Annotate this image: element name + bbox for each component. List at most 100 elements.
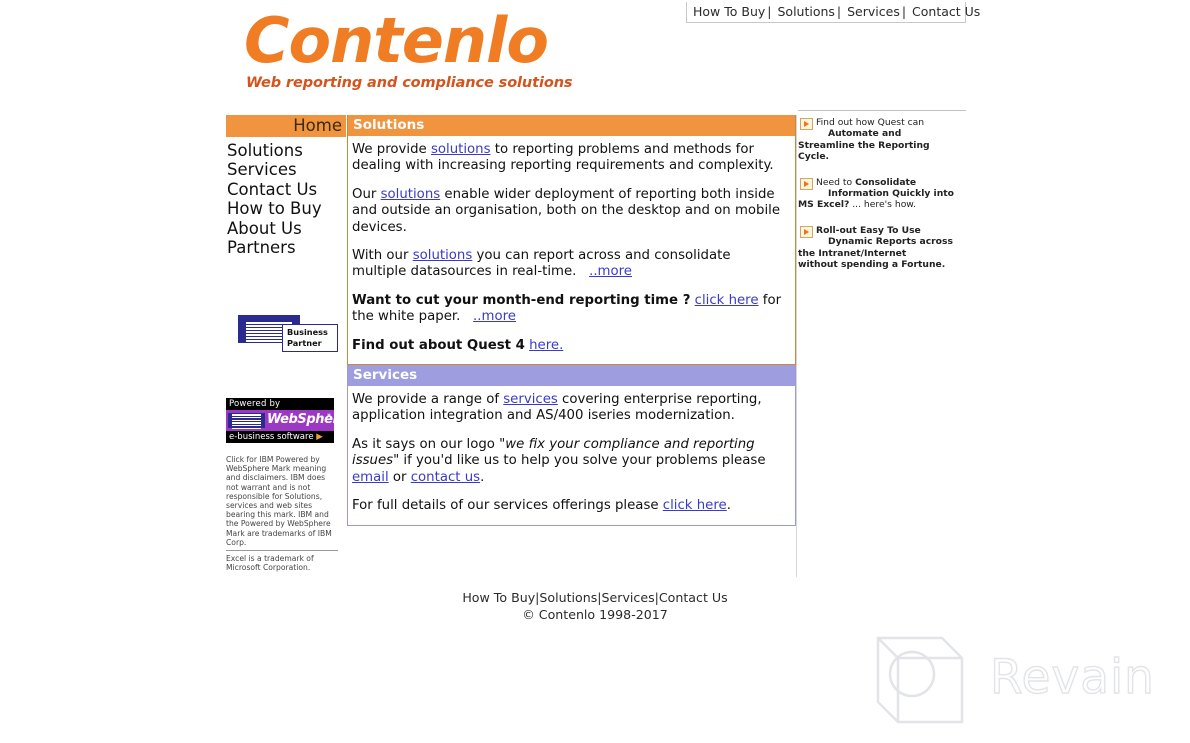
services-link-1[interactable]: services [503,392,558,407]
promo-2-line-1: Need to [816,176,856,188]
promo-item-dynamic-reports[interactable]: Roll-out Easy To Use Dynamic Reports acr… [798,225,966,271]
footer-link-how-to-buy[interactable]: How To Buy [462,590,535,605]
sp4-bold-text: Want to cut your month-end reporting tim… [352,292,691,308]
solutions-link-2[interactable]: solutions [381,187,441,202]
solutions-paragraph-5: Find out about Quest 4 here. [352,338,789,354]
solutions-link-3[interactable]: solutions [413,248,473,263]
topnav-separator-1: | [767,4,772,19]
left-sidebar: Home Solutions Services Contact Us How t… [226,115,346,257]
services-contact-us-link[interactable]: contact us [411,470,480,485]
solutions-paragraph-3: With our solutions you can report across… [352,248,789,281]
sidebar-item-about-us[interactable]: About Us [226,219,346,238]
services-panel-body: We provide a range of services covering … [348,386,795,525]
services-panel: Services We provide a range of services … [347,365,796,526]
site-logo[interactable]: Contenlo [244,10,549,72]
arrow-play-icon [800,118,813,130]
websphere-trademark-star: * [327,412,331,421]
svp2-end: . [480,469,485,485]
svp2-mid: or [388,469,411,485]
disclaimer-excel-text: Excel is a trademark of Microsoft Corpor… [226,554,314,573]
sidebar-item-home[interactable]: Home [226,115,346,138]
site-tagline: Web reporting and compliance solutions [246,75,573,91]
solutions-paragraph-1: We provide solutions to reporting proble… [352,142,789,175]
services-paragraph-3: For full details of our services offerin… [352,498,789,514]
solutions-link-1[interactable]: solutions [431,142,491,157]
solutions-more-link-2[interactable]: ..more [473,309,516,324]
footer-link-solutions[interactable]: Solutions [539,590,597,605]
promo-item-quest-automate[interactable]: Find out how Quest can Automate and Stre… [798,117,966,163]
svp1-text-a: We provide a range of [352,392,504,408]
promo-1-line-2: Automate and [828,128,902,140]
topnav-item-solutions[interactable]: Solutions [777,4,834,19]
promo-sidebar: Find out how Quest can Automate and Stre… [798,110,966,284]
sidebar-item-contact-us[interactable]: Contact Us [226,180,346,199]
promo-3-line-4: without spending a Fortune. [798,259,946,271]
sidebar-link-how-to-buy[interactable]: How to Buy [227,199,322,218]
sidebar-link-solutions[interactable]: Solutions [227,141,303,160]
websphere-badge-icon[interactable]: Powered by WebSphere * e-business softwa… [226,398,347,443]
promo-2-text: Need to Consolidate Information Quickly … [798,177,966,211]
promo-1-line-4: Cycle. [798,151,830,163]
sidebar-item-solutions[interactable]: Solutions [226,141,346,160]
promo-3-line-2: Dynamic Reports across [828,236,953,248]
ibm-partner-line2: Partner [287,338,322,348]
footer-link-contact-us[interactable]: Contact Us [659,590,728,605]
promo-3-text: Roll-out Easy To Use Dynamic Reports acr… [798,225,966,271]
promo-2-line-1-bold: Consolidate [855,176,917,188]
arrow-play-icon [800,225,813,238]
solutions-paragraph-2: Our solutions enable wider deployment of… [352,187,789,236]
promo-2-line-3-tail: ... here's how. [849,199,916,211]
websphere-ebusiness-label: e-business software ▶ [226,431,334,443]
websphere-name: WebSphere [267,412,347,427]
sidebar-link-services[interactable]: Services [227,160,297,179]
solutions-panel-body: We provide solutions to reporting proble… [348,136,795,365]
revain-watermark-text: Revain [989,649,1155,705]
main-content: Solutions We provide solutions to report… [347,115,796,526]
topnav-item-contact-us[interactable]: Contact Us [912,4,980,19]
sidebar-item-how-to-buy[interactable]: How to Buy [226,199,346,218]
solutions-quest4-link[interactable]: here. [529,338,563,353]
promo-1-line-1: Find out how Quest can [816,117,925,128]
page-root: How To Buy | Solutions | Services | Contact… [0,0,1190,743]
sp2-text-a: Our [352,186,381,202]
sidebar-item-services[interactable]: Services [226,160,346,179]
ibm-partner-line1: Business [287,327,328,337]
websphere-band: WebSphere * [226,410,347,431]
topnav-separator-3: | [901,4,907,19]
svp3-end: . [726,498,731,514]
sp5-bold-text: Find out about Quest 4 [352,337,525,353]
content-right-divider [796,115,797,577]
sp3-text-a: With our [352,248,413,264]
solutions-paragraph-4: Want to cut your month-end reporting tim… [352,293,789,326]
services-email-link[interactable]: email [352,470,389,485]
services-click-here-link[interactable]: click here [663,498,727,513]
solutions-more-link-1[interactable]: ..more [589,264,632,279]
revain-logo-icon [876,636,964,724]
footer-nav: How To Buy|Solutions|Services|Contact Us [0,590,1190,607]
topnav-item-how-to-buy[interactable]: How To Buy [693,4,765,19]
ibm-business-partner-logo-icon[interactable]: Business Partner [238,315,338,353]
services-paragraph-1: We provide a range of services covering … [352,392,789,425]
topnav-item-services[interactable]: Services [847,4,900,19]
promo-item-consolidate-excel[interactable]: Need to Consolidate Information Quickly … [798,177,966,211]
footer-link-services[interactable]: Services [602,590,655,605]
sidebar-link-about-us[interactable]: About Us [227,219,302,238]
sp1-text-a: We provide [352,142,431,157]
solutions-click-here-link[interactable]: click here [695,293,759,308]
promo-3-line-1: Roll-out Easy To Use [816,224,921,236]
websphere-triangle-icon: ▶ [316,432,323,442]
websphere-powered-by-label: Powered by [226,398,334,410]
disclaimer-text[interactable]: Click for IBM Powered by WebSphere Mark … [226,455,338,547]
svp3-text-a: For full details of our services offerin… [352,498,663,514]
sidebar-nav-list: Solutions Services Contact Us How to Buy… [226,138,346,257]
websphere-disclaimer: Click for IBM Powered by WebSphere Mark … [226,455,338,572]
promo-2-line-3: MS Excel? [798,199,850,211]
sidebar-link-contact-us[interactable]: Contact Us [227,180,317,199]
footer-copyright: © Contenlo 1998-2017 [522,606,668,622]
websphere-ibm-mark-icon [228,413,265,430]
services-paragraph-2: As it says on our logo "we fix your comp… [352,437,789,486]
sidebar-item-partners[interactable]: Partners [226,238,346,257]
disclaimer-divider [226,550,338,552]
sidebar-link-partners[interactable]: Partners [227,238,296,257]
top-navigation: How To Buy | Solutions | Services | Contact… [686,2,980,23]
